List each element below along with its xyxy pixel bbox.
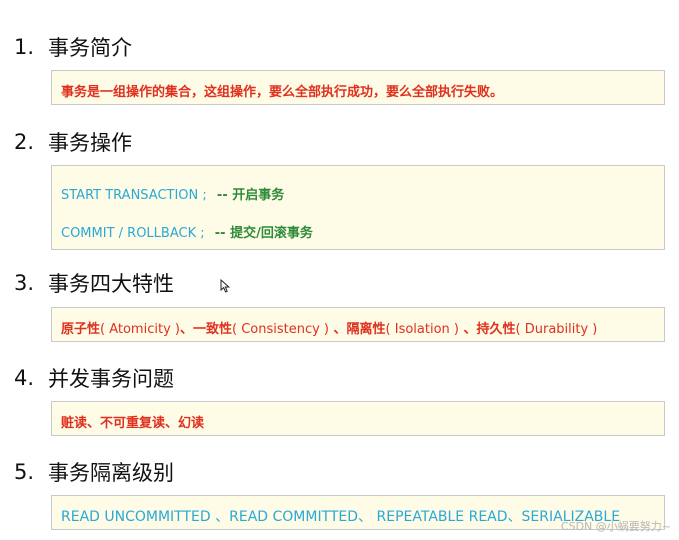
isolation-levels: READ UNCOMMITTED 、READ COMMITTED、 REPEAT… bbox=[61, 509, 621, 525]
section-number: 4. bbox=[14, 366, 35, 390]
property-isolation-cn: 、隔离性 bbox=[329, 322, 386, 337]
section-number: 3. bbox=[14, 271, 35, 295]
concurrency-issues: 赃读、不可重复读、幻读 bbox=[61, 416, 205, 431]
section-4-box: 赃读、不可重复读、幻读 bbox=[51, 401, 665, 436]
sql-code: START TRANSACTION ; bbox=[61, 188, 207, 203]
section-number: 5. bbox=[14, 460, 35, 484]
section-2-heading: 2. 事务操作 bbox=[14, 128, 132, 156]
section-5-heading: 5. 事务隔离级别 bbox=[14, 458, 174, 486]
property-durability-en: ( Durability ) bbox=[515, 322, 598, 337]
section-title: 并发事务问题 bbox=[48, 367, 174, 391]
section-3-box: 原子性( Atomicity )、一致性( Consistency ) 、隔离性… bbox=[51, 307, 665, 342]
code-line-start-transaction: START TRANSACTION ; -- 开启事务 bbox=[61, 184, 284, 203]
section-1-box: 事务是一组操作的集合，这组操作，要么全部执行成功，要么全部执行失败。 bbox=[51, 70, 665, 105]
mouse-pointer-icon bbox=[220, 279, 231, 293]
property-isolation-en: ( Isolation ) bbox=[385, 322, 459, 337]
code-line-commit-rollback: COMMIT / ROLLBACK ; -- 提交/回滚事务 bbox=[61, 222, 313, 241]
section-2-box: START TRANSACTION ; -- 开启事务 COMMIT / ROL… bbox=[51, 165, 665, 250]
property-durability-cn: 、持久性 bbox=[458, 322, 516, 337]
property-consistency-cn: 、一致性 bbox=[179, 322, 232, 337]
section-3-heading: 3. 事务四大特性 bbox=[14, 269, 174, 297]
watermark: CSDN @小蜗要努力~ bbox=[560, 520, 671, 533]
section-4-heading: 4. 并发事务问题 bbox=[14, 364, 174, 392]
transaction-definition: 事务是一组操作的集合，这组操作，要么全部执行成功，要么全部执行失败。 bbox=[61, 85, 504, 100]
sql-comment: -- 提交/回滚事务 bbox=[214, 226, 313, 241]
section-number: 1. bbox=[14, 35, 35, 59]
section-title: 事务操作 bbox=[48, 131, 132, 155]
section-1-heading: 1. 事务简介 bbox=[14, 33, 132, 61]
acid-properties: 原子性( Atomicity )、一致性( Consistency ) 、隔离性… bbox=[61, 318, 597, 337]
section-number: 2. bbox=[14, 130, 35, 154]
section-title: 事务简介 bbox=[48, 36, 132, 60]
section-title: 事务四大特性 bbox=[48, 272, 174, 296]
section-title: 事务隔离级别 bbox=[48, 461, 174, 485]
sql-comment: -- 开启事务 bbox=[216, 188, 285, 203]
sql-code: COMMIT / ROLLBACK ; bbox=[61, 226, 205, 241]
property-consistency-en: ( Consistency ) bbox=[231, 322, 329, 337]
property-atomicity-cn: 原子性 bbox=[61, 322, 101, 337]
property-atomicity-en: ( Atomicity ) bbox=[100, 322, 180, 337]
